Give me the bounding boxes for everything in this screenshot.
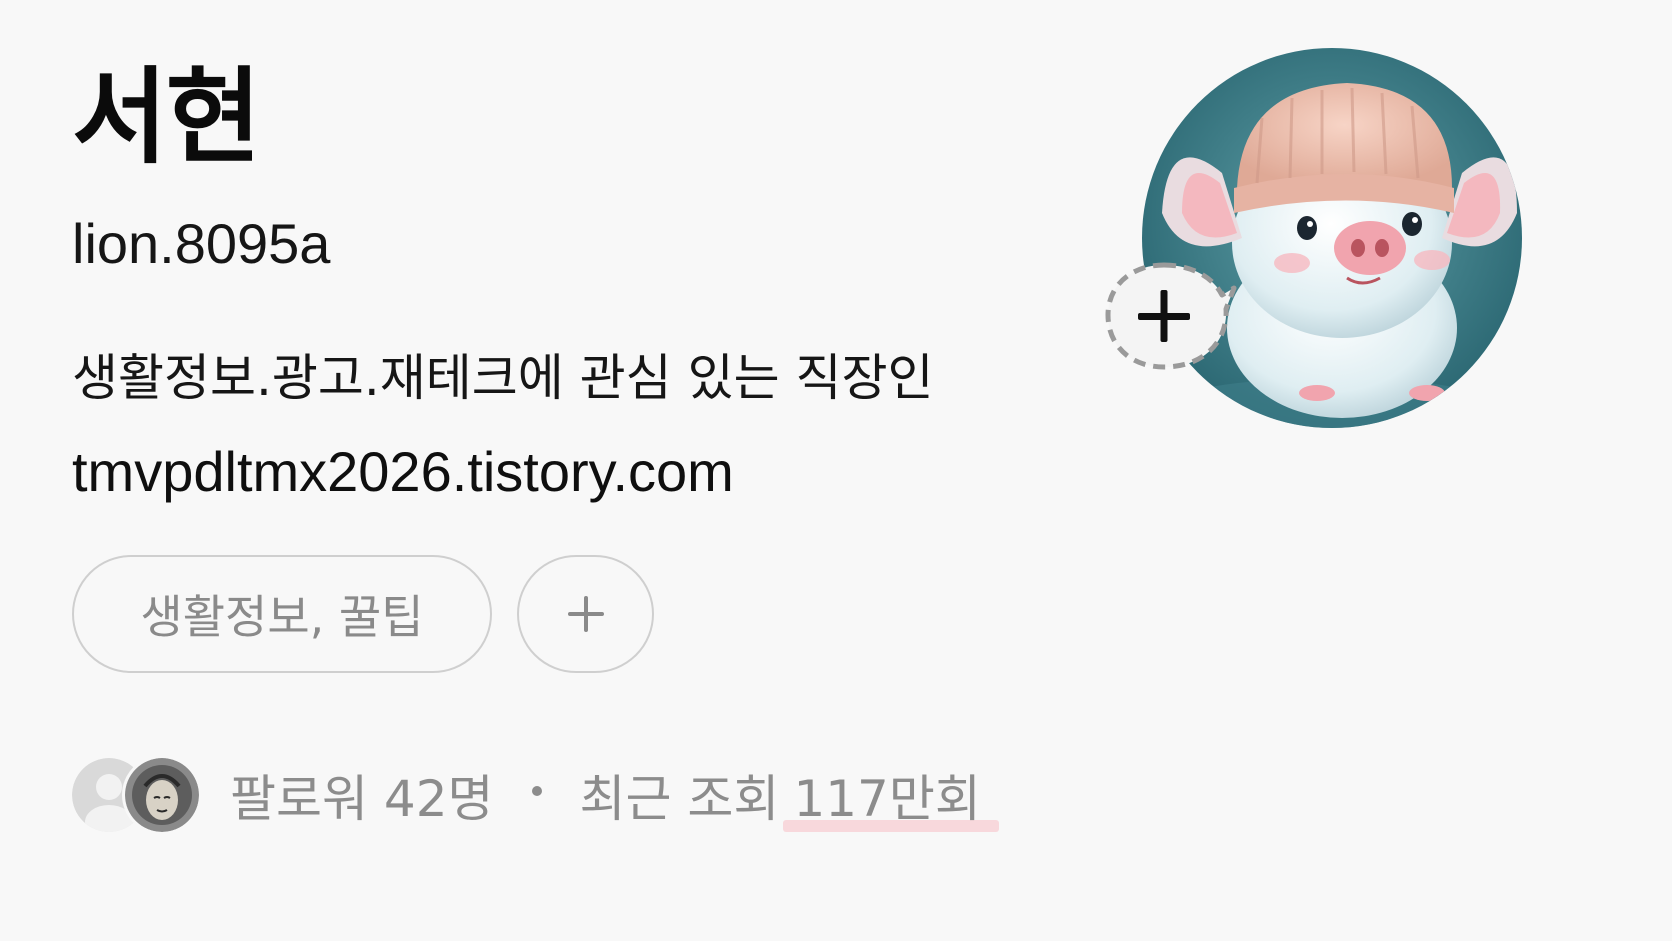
- add-note-button[interactable]: [1100, 255, 1240, 395]
- follower-avatars[interactable]: [72, 755, 202, 835]
- profile-bio: 생활정보.광고.재테크에 관심 있는 직장인: [72, 349, 934, 407]
- interest-tag-chip[interactable]: 생활정보, 꿀팁: [72, 555, 492, 673]
- profile-display-name: 서현: [72, 56, 261, 178]
- illustrated-face-avatar-icon: [122, 755, 202, 835]
- add-tag-button[interactable]: [517, 555, 654, 673]
- profile-avatar-area: [1100, 40, 1530, 440]
- profile-link[interactable]: tmvpdltmx2026.tistory.com: [72, 440, 734, 504]
- followers-count[interactable]: 팔로워 42명: [230, 759, 494, 831]
- profile-stats: 팔로워 42명 최근 조회 117만회: [72, 750, 981, 840]
- recent-views-label: 최근 조회: [579, 770, 780, 828]
- profile-username: lion.8095a: [72, 212, 331, 275]
- note-bubble-icon: [1105, 262, 1237, 370]
- recent-views-value: 117만회: [793, 770, 981, 828]
- interest-tag-label: 생활정보, 꿀팁: [140, 590, 424, 644]
- plus-icon: [567, 596, 604, 632]
- dot-icon: [531, 786, 542, 796]
